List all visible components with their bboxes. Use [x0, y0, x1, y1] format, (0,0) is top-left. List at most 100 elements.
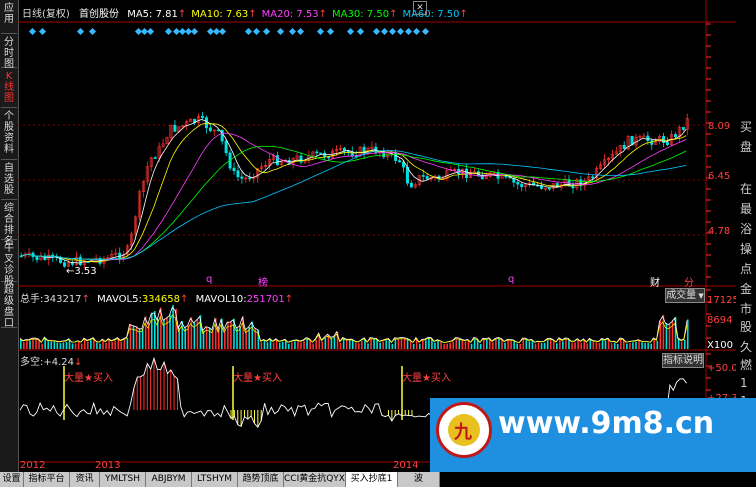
volume-bar-189	[595, 342, 598, 349]
side-char-3: 最	[740, 202, 753, 216]
volume-bar-123	[394, 338, 397, 349]
bottom-tab-6[interactable]: 趋势顶底	[238, 472, 284, 487]
volume-bar-9	[47, 341, 50, 349]
volume-bar-188	[592, 341, 595, 349]
volume-bar-171	[540, 343, 543, 349]
candle-body-158	[642, 135, 646, 138]
volume-bar-218	[683, 339, 686, 349]
bottom-tab-bar: 设置 指标平台 资讯 YMLTSH ABJBYM LTSHYM 趋势顶底 CCI黄金抗QYX 买…	[0, 472, 440, 487]
volume-bar-153	[485, 339, 488, 349]
event-marker-2[interactable]: q	[508, 274, 514, 285]
ma-line-4	[19, 150, 687, 260]
signal-diamond-20	[296, 27, 305, 36]
candle-body-48	[208, 127, 212, 131]
price-tick-1: 6.45	[708, 171, 731, 182]
side-char-4: 浴	[740, 222, 753, 236]
bottom-tab-2[interactable]: 资讯	[70, 472, 100, 487]
candle-body-103	[425, 176, 429, 180]
volume-bar-25	[96, 342, 98, 349]
left-tab-bar: 应用 分时图 K线图 个股资料 自选股 综合排名 牛叉诊股 超级盘口	[0, 0, 19, 472]
price-tick-2: 4.78	[708, 226, 731, 237]
volume-bar-158	[501, 339, 503, 349]
volume-bar-110	[355, 342, 357, 349]
volume-bar-200	[629, 342, 631, 349]
volume-bar-116	[373, 339, 375, 349]
volume-bar-191	[601, 339, 604, 349]
candle-body-54	[232, 167, 236, 172]
volume-indicator-dropdown[interactable]: 成交量 ▼	[665, 288, 705, 303]
left-tab-2[interactable]: K线图	[1, 68, 17, 108]
left-tab-7[interactable]: 超级盘口	[1, 282, 17, 329]
mavol10-line	[19, 314, 688, 343]
volume-bar-179	[565, 338, 567, 349]
volume-bar-118	[379, 342, 381, 349]
buy-signal-label-2: 大量★买入	[402, 373, 451, 384]
bottom-tab-7[interactable]: CCI黄金抗QYX	[284, 472, 346, 487]
left-tab-3[interactable]: 个股资料	[1, 108, 17, 160]
volume-bar-109	[351, 340, 354, 349]
volume-bar-38	[135, 326, 138, 349]
volume-bar-194	[610, 343, 613, 349]
volume-bar-68	[227, 321, 229, 349]
site-url: www.9m8.cn	[498, 406, 715, 441]
event-marker-1[interactable]: 榜	[258, 274, 268, 289]
signal-diamond-21	[316, 27, 325, 36]
year-label-1: 2013	[95, 460, 121, 471]
volume-bar-138	[440, 341, 442, 349]
volume-bar-120	[385, 340, 388, 349]
site-watermark: 九 www.9m8.cn	[430, 398, 756, 472]
volume-bar-173	[546, 339, 549, 349]
volume-bar-82	[269, 339, 272, 349]
volume-bar-157	[498, 338, 500, 349]
event-marker-4[interactable]: 分	[684, 274, 694, 289]
volume-bar-119	[382, 341, 385, 349]
left-tab-5[interactable]: 综合排名	[1, 200, 17, 247]
bottom-tab-8[interactable]: 买入抄底1	[346, 472, 398, 487]
event-marker-0[interactable]: q	[206, 274, 212, 285]
bottom-tab-9[interactable]: 波	[398, 472, 440, 487]
volume-bar-34	[123, 339, 126, 349]
bottom-tab-3[interactable]: YMLTSH	[100, 472, 146, 487]
side-char-11: 燃	[740, 358, 753, 372]
bottom-tab-5[interactable]: LTSHYM	[192, 472, 238, 487]
signal-diamond-19	[288, 27, 297, 36]
volume-bar-60	[202, 331, 205, 349]
volume-bar-212	[665, 323, 668, 349]
volume-bar-28	[105, 342, 107, 349]
candle-body-56	[240, 176, 244, 179]
volume-bar-108	[348, 340, 351, 349]
volume-bar-10	[50, 341, 53, 349]
volume-bar-205	[644, 343, 646, 349]
volume-tick-1: 8694	[707, 315, 733, 326]
candle-body-164	[666, 142, 670, 145]
buy-signal-label-1: 大量★买入	[233, 373, 282, 384]
volume-bar-152	[482, 339, 485, 349]
volume-bar-128	[409, 340, 412, 349]
volume-bar-216	[677, 338, 680, 349]
signal-diamond-7	[164, 27, 173, 36]
volume-bar-149	[473, 338, 476, 349]
bottom-tab-0[interactable]: 设置	[0, 472, 24, 487]
left-tab-0[interactable]: 应用	[1, 0, 17, 34]
bottom-tab-1[interactable]: 指标平台	[24, 472, 70, 487]
left-tab-1[interactable]: 分时图	[1, 34, 17, 70]
side-char-9: 股	[740, 320, 753, 334]
volume-bar-117	[376, 339, 378, 349]
volume-bar-102	[330, 338, 333, 349]
bottom-tab-4[interactable]: ABJBYM	[146, 472, 192, 487]
signal-diamond-27	[388, 27, 397, 36]
volume-bar-208	[653, 338, 656, 349]
candle-body-52	[224, 140, 228, 154]
signal-diamond-1	[38, 27, 47, 36]
indicator-explain-button[interactable]: 指标说明	[662, 353, 704, 368]
event-marker-3[interactable]: 财	[650, 274, 660, 289]
volume-bar-26	[99, 343, 101, 349]
volume-bar-134	[428, 338, 430, 349]
volume-bar-197	[619, 339, 622, 349]
left-tab-4[interactable]: 自选股	[1, 160, 17, 200]
volume-bar-76	[251, 321, 254, 349]
volume-bar-80	[263, 340, 266, 349]
signal-diamond-16	[252, 27, 261, 36]
volume-bar-131	[418, 343, 421, 349]
volume-bar-18	[74, 343, 77, 349]
